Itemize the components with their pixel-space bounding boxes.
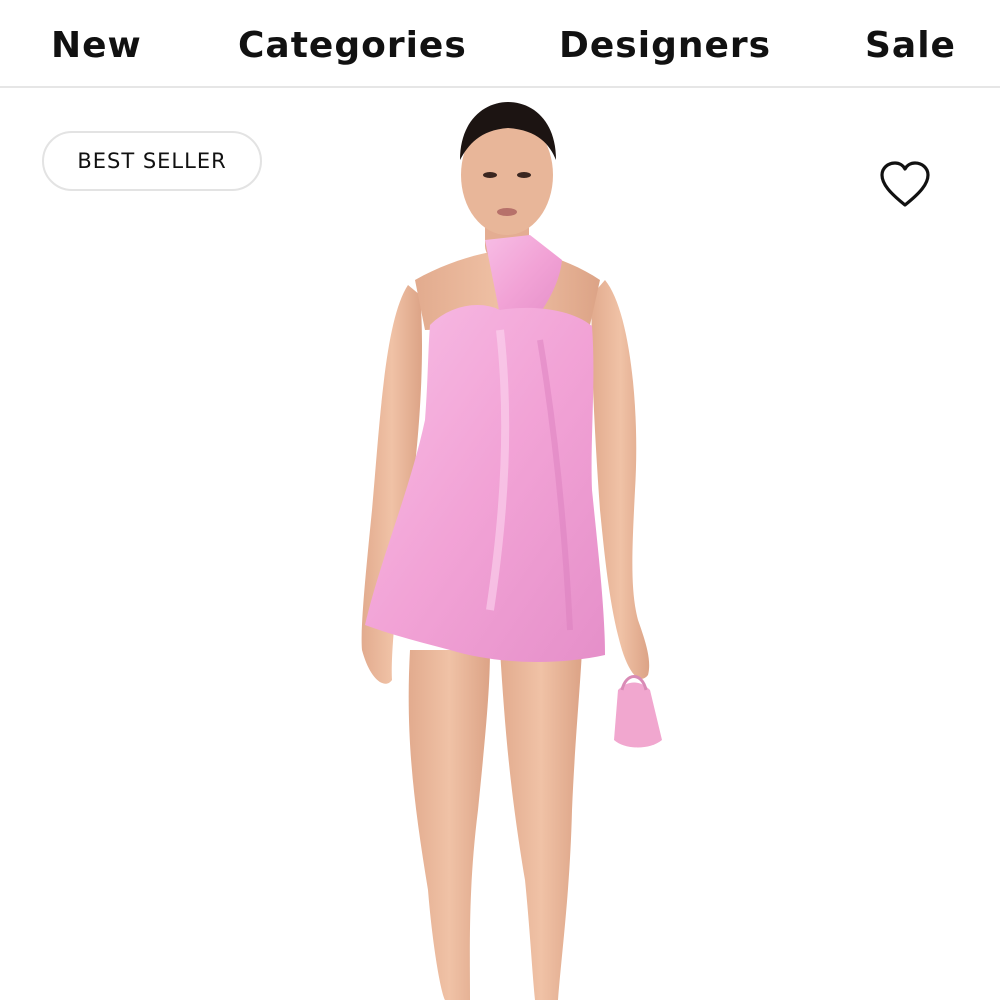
top-navigation: New Categories Designers Sale	[0, 0, 1000, 88]
nav-item-sale[interactable]: Sale	[865, 22, 956, 70]
heart-outline-icon	[880, 161, 930, 207]
nav-item-categories[interactable]: Categories	[238, 22, 467, 70]
nav-item-new[interactable]: New	[51, 22, 142, 70]
model-photo	[361, 102, 662, 1000]
wishlist-button[interactable]	[878, 160, 932, 210]
best-seller-badge: BEST SELLER	[42, 131, 262, 191]
nav-item-designers[interactable]: Designers	[559, 22, 771, 70]
